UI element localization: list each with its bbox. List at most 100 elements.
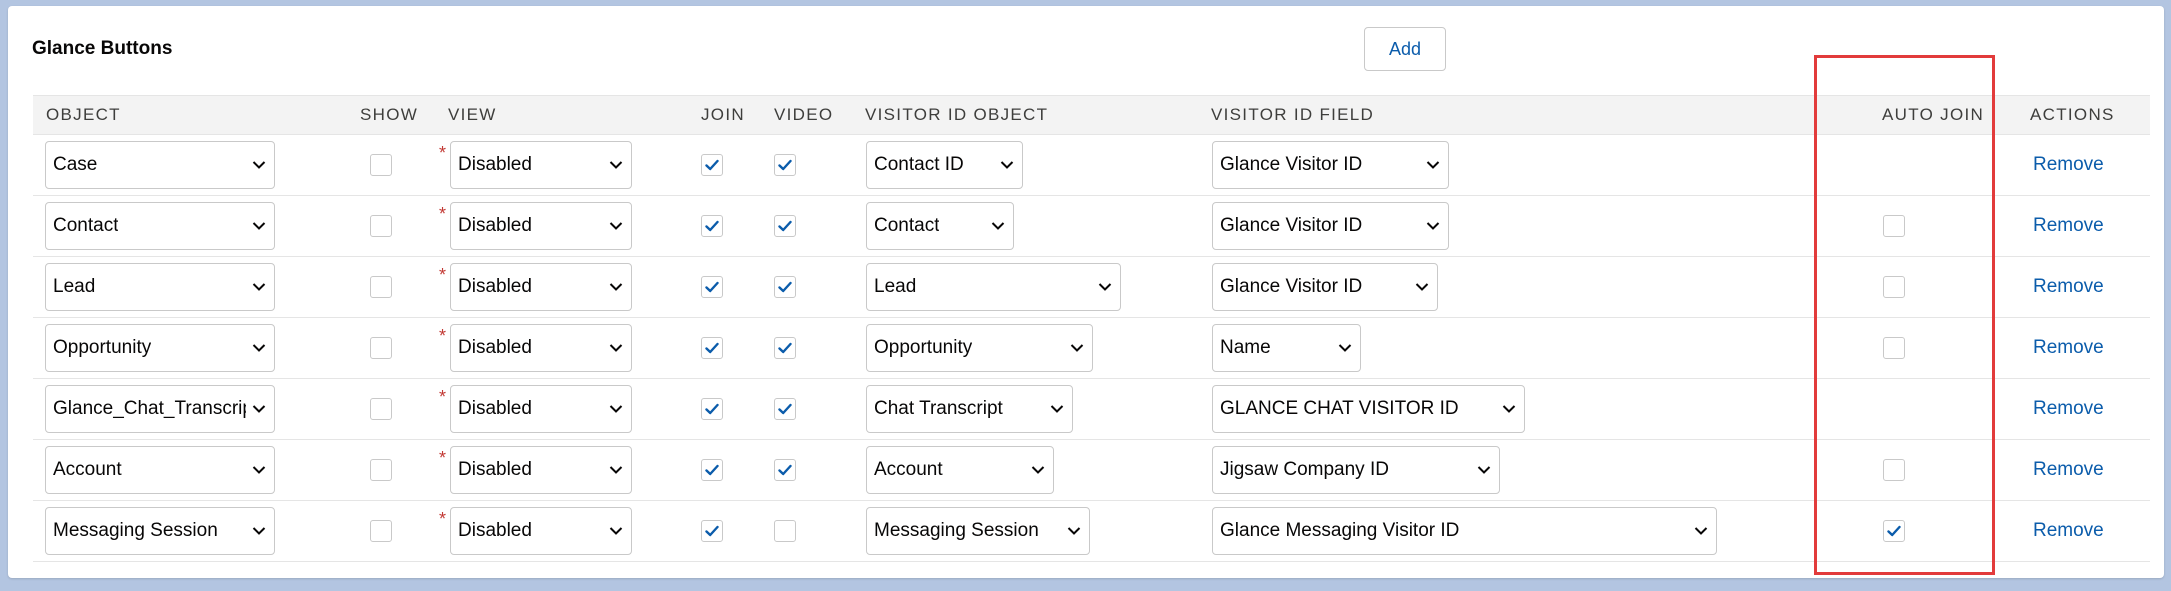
visitor-id-field-select[interactable]: Glance Visitor ID [1212,263,1438,311]
view-select[interactable]: Disabled [450,507,632,555]
show-checkbox[interactable] [370,459,392,481]
add-button[interactable]: Add [1364,27,1446,71]
table-row: Lead * Disabled Lead Glance Visitor ID R… [33,257,2150,318]
chevron-down-icon [1098,283,1112,291]
header-auto-join: AUTO JOIN [1882,105,1985,124]
join-checkbox[interactable] [701,337,723,359]
visitor-id-object-select[interactable]: Messaging Session [866,507,1090,555]
visitor-id-object-select[interactable]: Opportunity [866,324,1093,372]
header-actions: ACTIONS [2030,105,2115,124]
checkmark-icon [705,281,719,293]
required-marker: * [439,387,447,407]
show-checkbox[interactable] [370,520,392,542]
auto-join-checkbox[interactable] [1883,215,1905,237]
auto-join-checkbox[interactable] [1883,520,1905,542]
object-select[interactable]: Case [45,141,275,189]
remove-link[interactable]: Remove [2033,337,2104,359]
table-row: Case * Disabled Contact ID Glance Visito… [33,135,2150,196]
object-select[interactable]: Lead [45,263,275,311]
header-visitor-id-object: VISITOR ID OBJECT [865,105,1049,124]
table-body: Case * Disabled Contact ID Glance Visito… [33,135,2150,562]
visitor-id-object-select[interactable]: Contact [866,202,1014,250]
remove-link[interactable]: Remove [2033,398,2104,420]
video-checkbox[interactable] [774,459,796,481]
join-checkbox[interactable] [701,215,723,237]
header-view: VIEW [448,105,497,124]
checkmark-icon [778,159,792,171]
show-checkbox[interactable] [370,276,392,298]
remove-link[interactable]: Remove [2033,154,2104,176]
chevron-down-icon [1477,466,1491,474]
remove-link[interactable]: Remove [2033,459,2104,481]
section-title: Glance Buttons [32,38,173,59]
auto-join-checkbox[interactable] [1883,337,1905,359]
view-select[interactable]: Disabled [450,385,632,433]
visitor-id-field-select[interactable]: Name [1212,324,1361,372]
join-checkbox[interactable] [701,459,723,481]
glance-buttons-card: Glance Buttons Add OBJECT SHOW VIEW JOIN… [8,6,2164,578]
video-checkbox[interactable] [774,276,796,298]
auto-join-checkbox[interactable] [1883,276,1905,298]
header-video: VIDEO [774,105,834,124]
checkmark-icon [778,464,792,476]
required-marker: * [439,265,447,285]
object-select[interactable]: Contact [45,202,275,250]
video-checkbox[interactable] [774,154,796,176]
chevron-down-icon [1050,405,1064,413]
chevron-down-icon [252,405,266,413]
video-checkbox[interactable] [774,337,796,359]
chevron-down-icon [609,527,623,535]
chevron-down-icon [1000,161,1014,169]
table-row: Account * Disabled Account Jigsaw Compan… [33,440,2150,501]
view-select[interactable]: Disabled [450,202,632,250]
show-checkbox[interactable] [370,154,392,176]
video-checkbox[interactable] [774,520,796,542]
chevron-down-icon [1694,527,1708,535]
chevron-down-icon [991,222,1005,230]
required-marker: * [439,448,447,468]
view-select[interactable]: Disabled [450,263,632,311]
table-row: Contact * Disabled Contact Glance Visito… [33,196,2150,257]
checkmark-icon [778,220,792,232]
join-checkbox[interactable] [701,154,723,176]
video-checkbox[interactable] [774,398,796,420]
visitor-id-object-select[interactable]: Lead [866,263,1121,311]
object-select[interactable]: Account [45,446,275,494]
checkmark-icon [705,525,719,537]
show-checkbox[interactable] [370,215,392,237]
chevron-down-icon [252,222,266,230]
header-show: SHOW [360,105,419,124]
join-checkbox[interactable] [701,398,723,420]
visitor-id-field-select[interactable]: GLANCE CHAT VISITOR ID [1212,385,1525,433]
remove-link[interactable]: Remove [2033,276,2104,298]
remove-link[interactable]: Remove [2033,215,2104,237]
object-select[interactable]: Messaging Session [45,507,275,555]
visitor-id-field-select[interactable]: Glance Messaging Visitor ID [1212,507,1717,555]
visitor-id-object-select[interactable]: Contact ID [866,141,1023,189]
auto-join-checkbox[interactable] [1883,459,1905,481]
visitor-id-object-select[interactable]: Account [866,446,1054,494]
table-row: Glance_Chat_Transcript * Disabled Chat T… [33,379,2150,440]
object-select[interactable]: Opportunity [45,324,275,372]
visitor-id-field-select[interactable]: Glance Visitor ID [1212,202,1449,250]
join-checkbox[interactable] [701,520,723,542]
chevron-down-icon [1031,466,1045,474]
view-select[interactable]: Disabled [450,141,632,189]
show-checkbox[interactable] [370,337,392,359]
required-marker: * [439,143,447,163]
chevron-down-icon [609,283,623,291]
object-select[interactable]: Glance_Chat_Transcript [45,385,275,433]
show-checkbox[interactable] [370,398,392,420]
view-select[interactable]: Disabled [450,324,632,372]
video-checkbox[interactable] [774,215,796,237]
visitor-id-field-select[interactable]: Jigsaw Company ID [1212,446,1500,494]
required-marker: * [439,204,447,224]
view-select[interactable]: Disabled [450,446,632,494]
checkmark-icon [705,159,719,171]
chevron-down-icon [1070,344,1084,352]
remove-link[interactable]: Remove [2033,520,2104,542]
chevron-down-icon [252,283,266,291]
visitor-id-object-select[interactable]: Chat Transcript [866,385,1073,433]
visitor-id-field-select[interactable]: Glance Visitor ID [1212,141,1449,189]
join-checkbox[interactable] [701,276,723,298]
